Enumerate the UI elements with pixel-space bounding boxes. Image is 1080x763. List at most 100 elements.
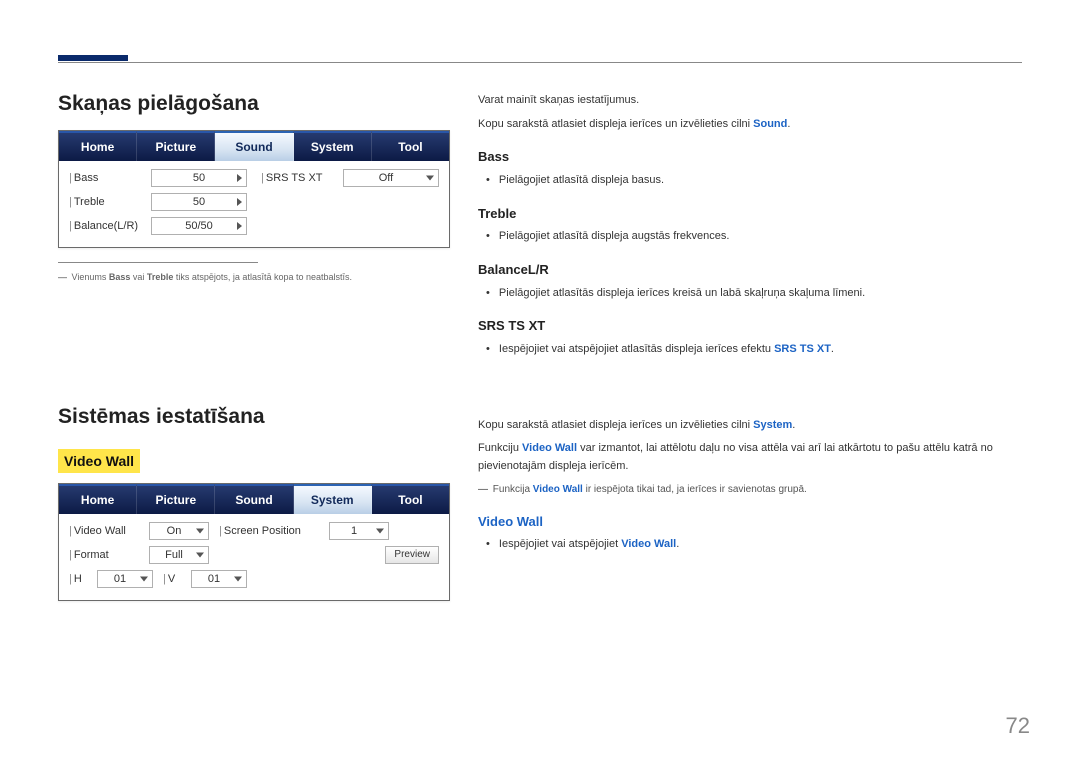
input-bass[interactable]: 50	[151, 169, 247, 187]
spinner-icon	[237, 222, 242, 230]
system-tabbar: Home Picture Sound System Tool	[59, 484, 449, 514]
sys-p2-key: Video Wall	[522, 442, 577, 454]
srs-key: SRS TS XT	[774, 343, 831, 355]
row-format: |Format Full Preview	[69, 546, 439, 564]
sound-right-fields: |SRS TS XT Off	[261, 169, 439, 235]
select-h[interactable]: 01	[97, 570, 153, 588]
input-treble[interactable]: 50	[151, 193, 247, 211]
label-srs: |SRS TS XT	[261, 172, 339, 184]
chevron-down-icon	[426, 176, 434, 181]
footnote-key1: Bass	[109, 272, 131, 282]
divider	[58, 262, 258, 263]
label-screenpos-text: Screen Position	[224, 525, 301, 537]
sys-p2-pre: Funkciju	[478, 442, 522, 454]
srs-post: .	[831, 343, 834, 355]
footnote-mid: vai	[130, 272, 147, 282]
tab-home[interactable]: Home	[59, 131, 137, 161]
value-balance: 50/50	[185, 220, 213, 232]
note-key: Video Wall	[533, 484, 583, 495]
input-balance[interactable]: 50/50	[151, 217, 247, 235]
note-post: ir iespējota tikai tad, ja ierīces ir sa…	[583, 484, 807, 495]
list-item: Pielāgojiet atlasītās displeja ierīces k…	[498, 285, 1022, 303]
note-dash: ―	[478, 484, 488, 495]
right-column: Varat mainīt skaņas iestatījumus. Kopu s…	[478, 92, 1022, 611]
tab-tool[interactable]: Tool	[372, 131, 449, 161]
label-videowall-text: Video Wall	[74, 525, 126, 537]
sys-intro-pre: Kopu sarakstā atlasiet displeja ierīces …	[478, 419, 753, 431]
preview-button[interactable]: Preview	[385, 546, 439, 564]
page: Skaņas pielāgošana Home Picture Sound Sy…	[0, 0, 1080, 763]
tab-picture[interactable]: Picture	[137, 131, 215, 161]
footnote-dash: ―	[58, 272, 67, 282]
select-format[interactable]: Full	[149, 546, 209, 564]
sys-intro: Kopu sarakstā atlasiet displeja ierīces …	[478, 417, 1022, 435]
sys-para2: Funkciju Video Wall var izmantot, lai at…	[478, 440, 1022, 475]
heading-videowall: Video Wall	[478, 512, 1022, 533]
select-v[interactable]: 01	[191, 570, 247, 588]
sys-note: ― Funkcija Video Wall ir iespējota tikai…	[478, 482, 1022, 498]
tab-system-2[interactable]: System	[294, 484, 372, 514]
tab-sound-2[interactable]: Sound	[215, 484, 293, 514]
list-item: Pielāgojiet atlasītā displeja augstās fr…	[498, 228, 1022, 246]
vw-key: Video Wall	[621, 538, 676, 550]
sound-left-fields: |Bass 50 |Treble 50 |Balance(L/R) 50/50	[69, 169, 247, 235]
list-treble: Pielāgojiet atlasītā displeja augstās fr…	[478, 228, 1022, 246]
value-treble: 50	[193, 196, 205, 208]
chevron-down-icon	[376, 528, 384, 533]
sound-panel-body: |Bass 50 |Treble 50 |Balance(L/R) 50/50	[59, 161, 449, 247]
row-bass: |Bass 50	[69, 169, 247, 187]
tab-sound[interactable]: Sound	[215, 131, 293, 161]
value-srs: Off	[379, 172, 393, 184]
left-column: Skaņas pielāgošana Home Picture Sound Sy…	[58, 92, 450, 611]
header-accent	[58, 55, 128, 61]
spacer	[58, 285, 450, 405]
label-format-text: Format	[74, 549, 109, 561]
sound-tabbar: Home Picture Sound System Tool	[59, 131, 449, 161]
label-treble-text: Treble	[74, 196, 105, 208]
chevron-down-icon	[196, 528, 204, 533]
footnote-key2: Treble	[147, 272, 174, 282]
value-bass: 50	[193, 172, 205, 184]
tab-home-2[interactable]: Home	[59, 484, 137, 514]
label-treble: |Treble	[69, 196, 147, 208]
footnote-post: tiks atspējots, ja atlasītā kopa to neat…	[173, 272, 352, 282]
value-v: 01	[208, 573, 220, 585]
footnote-sound: ― Vienums Bass vai Treble tiks atspējots…	[58, 271, 450, 285]
spinner-icon	[237, 174, 242, 182]
intro-line-1: Varat mainīt skaņas iestatījumus.	[478, 92, 1022, 110]
sys-intro-key: System	[753, 419, 792, 431]
select-screenpos[interactable]: 1	[329, 522, 389, 540]
label-format: |Format	[69, 549, 139, 561]
label-v: |V	[163, 573, 181, 585]
row-treble: |Treble 50	[69, 193, 247, 211]
tab-tool-2[interactable]: Tool	[372, 484, 449, 514]
value-screenpos: 1	[351, 525, 357, 537]
intro2-post: .	[787, 118, 790, 130]
tab-picture-2[interactable]: Picture	[137, 484, 215, 514]
tab-system[interactable]: System	[294, 131, 372, 161]
row-hv: |H 01 |V 01	[69, 570, 439, 588]
intro-line-2: Kopu sarakstā atlasiet displeja ierīces …	[478, 116, 1022, 134]
label-h-text: H	[74, 573, 82, 585]
row-srs: |SRS TS XT Off	[261, 169, 439, 187]
label-srs-text: SRS TS XT	[266, 172, 323, 184]
label-h: |H	[69, 573, 87, 585]
list-item: Iespējojiet vai atspējojiet atlasītās di…	[498, 341, 1022, 359]
srs-pre: Iespējojiet vai atspējojiet atlasītās di…	[499, 343, 774, 355]
select-videowall[interactable]: On	[149, 522, 209, 540]
chevron-down-icon	[140, 576, 148, 581]
label-balance-text: Balance(L/R)	[74, 220, 138, 232]
row-videowall: |Video Wall On |Screen Position 1	[69, 522, 439, 540]
sys-intro-post: .	[792, 419, 795, 431]
section-title-system: Sistēmas iestatīšana	[58, 405, 450, 429]
intro2-pre: Kopu sarakstā atlasiet displeja ierīces …	[478, 118, 753, 130]
label-bass: |Bass	[69, 172, 147, 184]
label-v-text: V	[168, 573, 175, 585]
value-videowall: On	[167, 525, 182, 537]
value-format: Full	[165, 549, 183, 561]
select-srs[interactable]: Off	[343, 169, 439, 187]
heading-bass: Bass	[478, 147, 1022, 168]
list-bass: Pielāgojiet atlasītā displeja basus.	[478, 172, 1022, 190]
content-columns: Skaņas pielāgošana Home Picture Sound Sy…	[58, 92, 1022, 611]
label-videowall: |Video Wall	[69, 525, 139, 537]
